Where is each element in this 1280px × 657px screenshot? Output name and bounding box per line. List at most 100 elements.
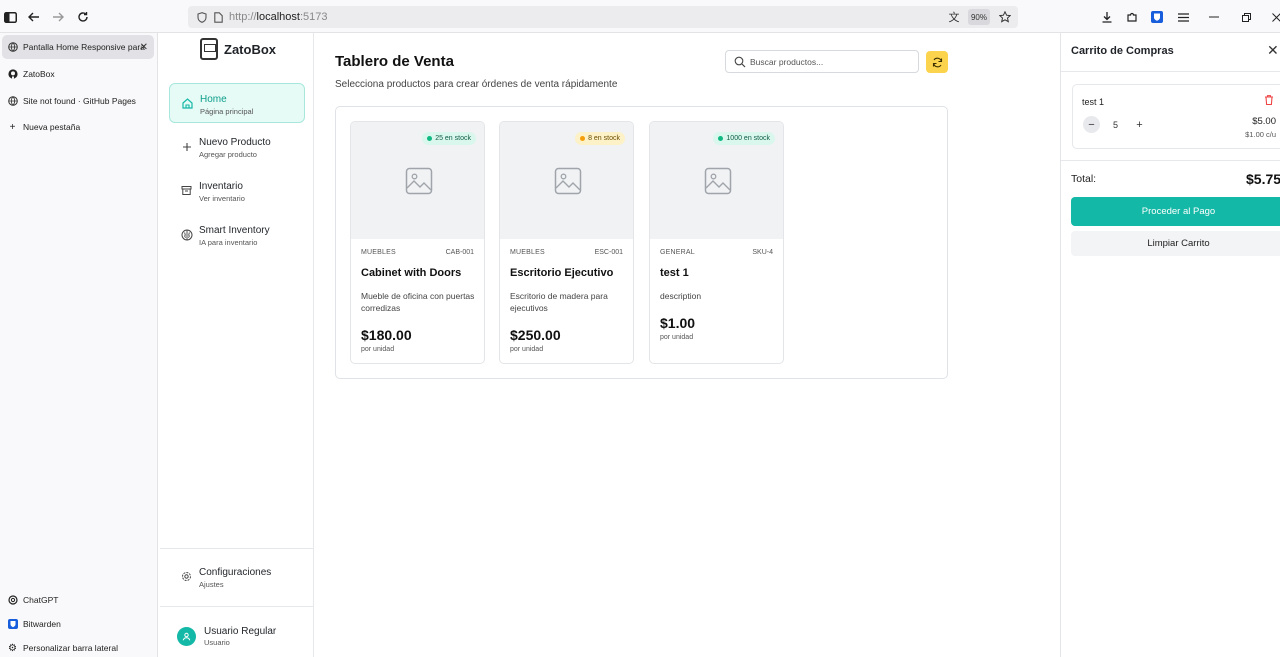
search-icon [734, 56, 746, 68]
page-title: Tablero de Venta [335, 53, 454, 70]
gear-icon: ⚙ [8, 642, 17, 654]
sidebar-item-label: Personalizar barra lateral [23, 643, 118, 653]
product-sku: CAB-001 [445, 249, 474, 256]
nav-item-configuraciones[interactable]: Configuraciones Ajustes [169, 557, 305, 597]
extensions-icon[interactable] [1122, 7, 1142, 27]
tab-close-icon[interactable]: ✕ [140, 42, 148, 53]
user-name: Usuario Regular [204, 626, 277, 637]
refresh-button[interactable] [926, 51, 948, 73]
increase-quantity-button[interactable]: + [1131, 116, 1148, 133]
image-icon [405, 167, 432, 194]
restore-icon[interactable] [1236, 7, 1256, 27]
product-category: MUEBLES [510, 249, 545, 256]
nav-label: Smart Inventory [199, 225, 270, 236]
menu-icon[interactable] [1173, 7, 1193, 27]
nav-item-smart-inventory[interactable]: Smart Inventory IA para inventario [169, 215, 305, 255]
globe-icon [7, 96, 18, 107]
close-icon[interactable]: ✕ [1267, 42, 1279, 59]
nav-item-nuevo-producto[interactable]: Nuevo Producto Agregar producto [169, 127, 305, 167]
product-unit: por unidad [660, 334, 694, 341]
browser-tab[interactable]: Site not found · GitHub Pages [2, 89, 154, 113]
product-search[interactable] [725, 50, 919, 73]
back-icon[interactable] [24, 7, 44, 27]
product-price: $1.00 [660, 315, 696, 331]
nav-sublabel: IA para inventario [199, 238, 258, 247]
app-sidebar: ZatoBox Home Página principal Nuevo Prod… [160, 33, 314, 657]
browser-tab-label: Pantalla Home Responsive para [23, 42, 145, 52]
nav-sublabel: Agregar producto [199, 150, 257, 159]
browser-tab[interactable]: ZatoBox [2, 62, 154, 86]
product-sku: SKU-4 [752, 249, 773, 256]
checkout-button[interactable]: Proceder al Pago [1071, 197, 1280, 226]
cart-title: Carrito de Compras [1071, 45, 1174, 57]
bookmark-star-icon[interactable] [995, 7, 1015, 27]
nav-sublabel: Ver inventario [199, 194, 245, 203]
product-price: $250.00 [510, 327, 561, 343]
nav-label: Home [200, 94, 227, 105]
search-input[interactable] [750, 55, 910, 69]
product-unit: por unidad [510, 346, 544, 353]
stock-badge: 1000 en stock [713, 132, 775, 145]
product-card[interactable]: 25 en stock MUEBLES CAB-001 Cabinet with… [350, 121, 485, 364]
product-unit: por unidad [361, 346, 395, 353]
gear-icon [180, 570, 193, 583]
quantity-value: 5 [1113, 120, 1119, 130]
sidebar-customize[interactable]: ⚙ Personalizar barra lateral [2, 636, 154, 657]
user-avatar[interactable] [177, 627, 196, 646]
stock-badge: 25 en stock [422, 132, 476, 145]
decrease-quantity-button[interactable]: − [1083, 116, 1100, 133]
address-bar[interactable]: http://localhost:5173 文 90% [188, 6, 1018, 28]
cart-divider [1061, 71, 1280, 72]
cart-panel: Carrito de Compras ✕ test 1 − 5 + $5.00 … [1060, 33, 1280, 657]
total-value: $5.75 [1246, 171, 1280, 187]
product-description: description [660, 291, 702, 301]
page-subtitle: Selecciona productos para crear órdenes … [335, 79, 618, 90]
image-icon [554, 167, 581, 194]
refresh-icon [932, 57, 942, 67]
product-name: Escritorio Ejecutivo [510, 267, 614, 279]
nav-sublabel: Página principal [200, 107, 254, 116]
image-icon [704, 167, 731, 194]
app-logo[interactable]: ZatoBox [200, 38, 276, 60]
stock-dot [718, 136, 724, 141]
zoom-badge[interactable]: 90% [968, 9, 990, 25]
product-price: $180.00 [361, 327, 412, 343]
cart-item-name: test 1 [1082, 97, 1105, 107]
nav-item-inventario[interactable]: Inventario Ver inventario [169, 171, 305, 211]
archive-icon [180, 184, 193, 197]
github-icon [7, 69, 18, 80]
minimize-icon[interactable] [1204, 7, 1224, 27]
product-sku: ESC-001 [594, 249, 623, 256]
new-tab-button[interactable]: + Nueva pestaña [2, 115, 154, 139]
clear-cart-button[interactable]: Limpiar Carrito [1071, 231, 1280, 256]
sidebar-chatgpt[interactable]: ChatGPT [2, 588, 154, 612]
nav-item-home[interactable]: Home Página principal [169, 83, 305, 123]
download-icon[interactable] [1097, 7, 1117, 27]
sidebar-item-label: ChatGPT [23, 595, 59, 605]
page-info-icon[interactable] [208, 7, 228, 27]
nav-sublabel: Ajustes [199, 580, 224, 589]
browser-tab-label: Site not found · GitHub Pages [23, 96, 136, 106]
window-close-icon[interactable] [1266, 7, 1280, 27]
browser-tab[interactable]: Pantalla Home Responsive para ✕ [2, 35, 154, 59]
browser-tab-label: ZatoBox [23, 69, 55, 79]
globe-icon [7, 42, 18, 53]
nav-label: Inventario [199, 181, 243, 192]
stock-dot [580, 136, 586, 141]
product-card[interactable]: 8 en stock MUEBLES ESC-001 Escritorio Ej… [499, 121, 634, 364]
product-card[interactable]: 1000 en stock GENERAL SKU-4 test 1 descr… [649, 121, 784, 364]
sidebar-bitwarden[interactable]: Bitwarden [2, 612, 154, 636]
bitwarden-extension-icon[interactable] [1147, 7, 1167, 27]
browser-tab-label: Nueva pestaña [23, 122, 81, 132]
sidebar-toggle-icon[interactable] [0, 7, 20, 27]
cart-item: test 1 − 5 + $5.00 $1.00 c/u [1072, 84, 1280, 149]
translate-icon[interactable]: 文 [944, 7, 964, 27]
stock-dot [427, 136, 433, 141]
cart-item-unit-price: $1.00 c/u [1245, 130, 1276, 139]
nav-label: Nuevo Producto [199, 137, 271, 148]
forward-icon[interactable] [48, 7, 68, 27]
product-category: GENERAL [660, 249, 695, 256]
nav-label: Configuraciones [199, 567, 272, 578]
trash-icon[interactable] [1263, 94, 1275, 106]
reload-icon[interactable] [73, 7, 93, 27]
